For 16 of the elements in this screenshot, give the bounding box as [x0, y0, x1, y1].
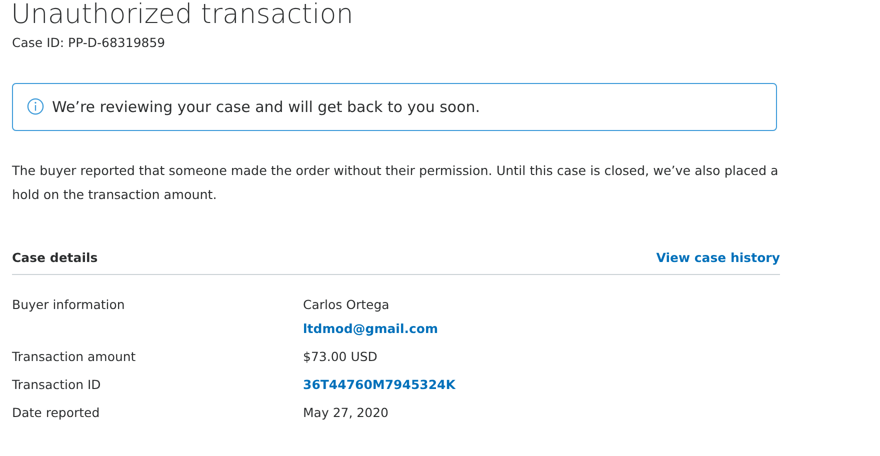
value-link[interactable]: ltdmod@gmail.com — [303, 320, 438, 336]
field-value: $73.00 USD — [303, 348, 378, 364]
field-value: Carlos Ortega — [303, 296, 390, 312]
value-link[interactable]: 36T44760M7945324K — [303, 376, 456, 392]
field-label: Transaction amount — [12, 348, 136, 364]
info-icon — [27, 98, 44, 116]
description: The buyer reported that someone made the order without their permission. Until this case is closed, we’ve also placed a hold on the transaction amount. — [12, 162, 780, 204]
section-heading: Case details — [12, 248, 98, 267]
field-label: Buyer information — [12, 296, 125, 312]
notice-text: We’re reviewing your case and will get back to you soon. — [52, 96, 480, 118]
case-id: Case ID: PP-D-68319859 — [12, 34, 166, 52]
view-history-link[interactable]: View case history — [656, 248, 780, 268]
field-label: Date reported — [12, 404, 100, 420]
field-label: Transaction ID — [12, 376, 101, 392]
field-value: May 27, 2020 — [303, 404, 388, 420]
page-title: Unauthorized transaction — [11, 0, 354, 32]
